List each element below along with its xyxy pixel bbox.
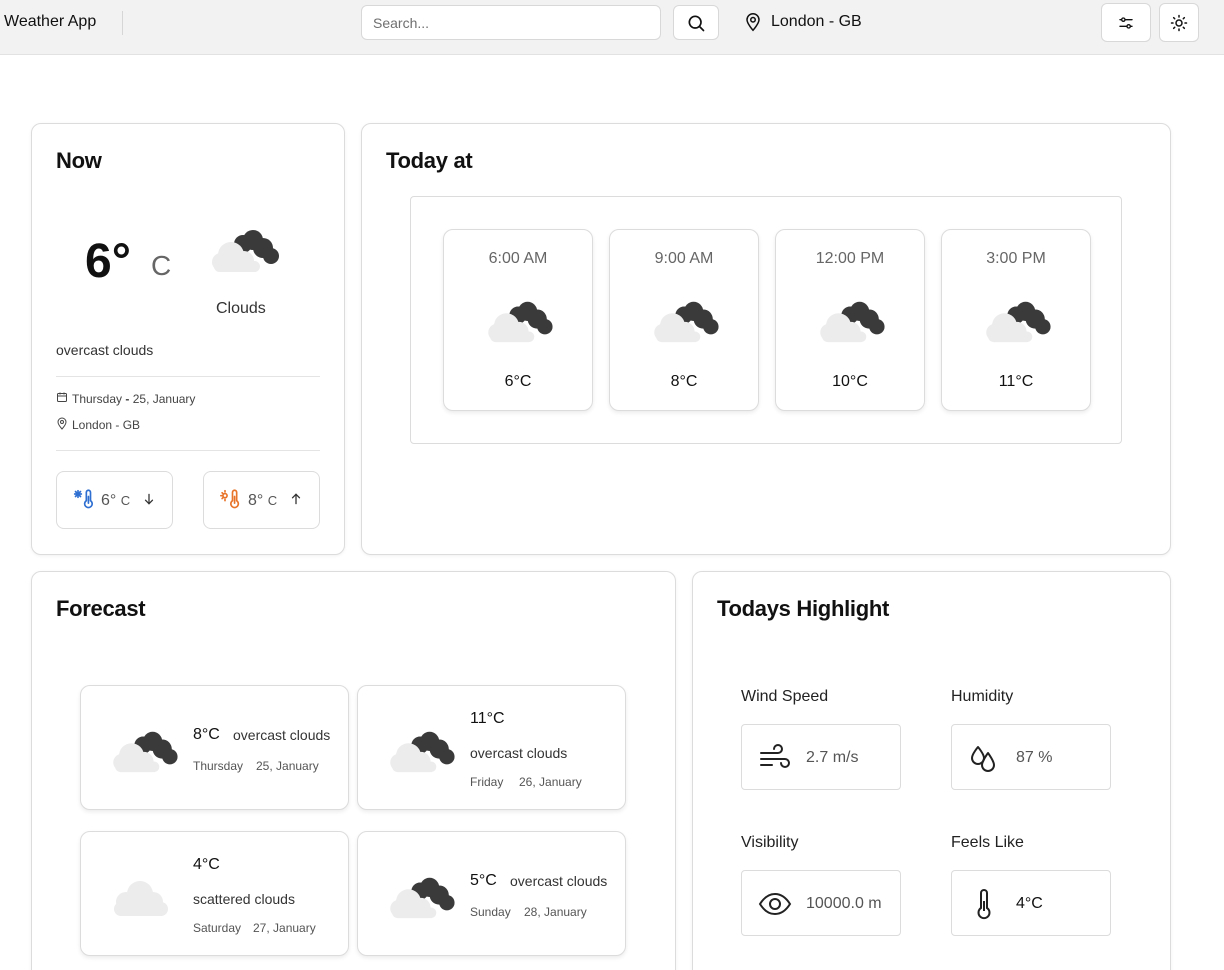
current-location[interactable]: London - GB [771,13,862,31]
top-bar: Weather App London - GB [0,0,1224,55]
max-temperature-box: 8° C [203,471,320,529]
search-button[interactable] [673,5,719,40]
app-title: Weather App [4,13,97,30]
search-input[interactable] [361,5,661,40]
settings-button[interactable] [1101,3,1151,42]
arrow-down-icon [144,493,154,505]
forecast-day-item: 11°C overcast clouds Friday 26, January [357,685,626,810]
hour-temperature: 6°C [504,373,532,390]
weather-description: overcast clouds [56,342,154,358]
forecast-day-item: 8°C overcast clouds Thursday 25, January [80,685,349,810]
eye-icon [758,892,792,916]
sliders-icon [1119,16,1133,29]
search-icon [688,15,705,31]
visibility-box: 10000.0 m [741,870,901,936]
cloud-sun-icon [986,301,1051,343]
wind-icon [760,744,790,768]
highlights-card: Todays Highlight Wind Speed 2.7 m/s Humi… [692,571,1171,970]
arrow-up-icon [291,493,301,505]
current-date: Thursday - 25, January [72,392,196,406]
feels-like-value: 4°C [1016,895,1043,912]
highlights-title: Todays Highlight [717,596,890,621]
now-title: Now [56,148,102,173]
hourly-forecast-item: 6:00 AM 6°C [443,229,593,411]
wind-speed-label: Wind Speed [741,688,829,705]
map-pin-icon [57,417,67,430]
thermometer-icon [977,889,991,920]
hourly-forecast-item: 12:00 PM 10°C [775,229,925,411]
forecast-date: 28, January [524,905,587,919]
overcast-cloud-icon [390,877,455,919]
hourly-forecast-item: 9:00 AM 8°C [609,229,759,411]
forecast-day-item: 5°C overcast clouds Sunday 28, January [357,831,626,956]
forecast-weekday: Friday [470,775,504,789]
hour-time: 9:00 AM [654,250,714,267]
hour-time: 12:00 PM [815,250,885,267]
cloud-sun-icon [488,301,553,343]
today-card: Today at 6:00 AM 6°C 9:00 AM 8°C 12:00 P… [361,123,1171,555]
hour-time: 6:00 AM [488,250,548,267]
hourly-forecast-item: 3:00 PM 11°C [941,229,1091,411]
forecast-date: 27, January [253,921,316,935]
weather-condition: Clouds [216,300,266,317]
calendar-icon [57,392,67,402]
cloud-sun-icon [820,301,885,343]
header-divider [122,11,123,35]
hourly-forecast-list: 6:00 AM 6°C 9:00 AM 8°C 12:00 PM 10°C 3:… [410,196,1122,444]
forecast-date: 25, January [256,759,319,773]
forecast-description: overcast clouds [233,727,331,743]
current-place: London - GB [72,418,141,432]
forecast-title: Forecast [56,596,146,621]
divider [56,450,320,451]
forecast-weekday: Sunday [470,905,511,919]
overcast-cloud-icon [113,731,178,773]
forecast-description: overcast clouds [510,873,608,889]
max-temperature: 8° C [248,492,278,509]
overcast-cloud-icon [390,731,455,773]
thermometer-sun-icon [220,489,240,509]
forecast-day-item: 4°C scattered clouds Saturday 27, Januar… [80,831,349,956]
feels-like-box: 4°C [951,870,1111,936]
theme-toggle-button[interactable] [1159,3,1199,42]
current-weekday: Thursday [72,392,123,406]
current-day-month: 25, January [132,392,196,406]
wind-speed-value: 2.7 m/s [806,749,859,766]
hour-temperature: 11°C [998,373,1034,390]
forecast-temperature: 8°C [193,726,220,743]
forecast-weekday: Thursday [193,759,244,773]
today-title: Today at [386,148,473,173]
sun-icon [1170,14,1188,31]
thermometer-snow-icon [73,489,93,509]
temperature-unit: C [151,250,172,281]
visibility-value: 10000.0 m [806,895,882,912]
forecast-date: 26, January [519,775,582,789]
forecast-description: scattered clouds [193,891,295,907]
hour-temperature: 8°C [670,373,698,390]
droplets-icon [971,746,995,772]
humidity-value: 87 % [1016,749,1053,766]
visibility-label: Visibility [741,834,799,851]
forecast-description: overcast clouds [470,745,568,761]
hour-temperature: 10°C [832,373,868,390]
forecast-temperature: 4°C [193,856,220,873]
cloud-sun-icon [654,301,719,343]
forecast-temperature: 11°C [470,710,505,727]
cloud-sun-icon [212,230,279,272]
current-temperature: 6° [85,235,131,288]
map-pin-icon [746,13,760,32]
humidity-box: 87 % [951,724,1111,790]
forecast-weekday: Saturday [193,921,242,935]
humidity-label: Humidity [951,688,1014,705]
min-temperature-box: 6° C [56,471,173,529]
min-temperature: 6° C [101,492,131,509]
forecast-card: Forecast 8°C overcast clouds Thursday 25… [31,571,676,970]
forecast-temperature: 5°C [470,872,497,889]
feels-like-label: Feels Like [951,834,1024,851]
hour-time: 3:00 PM [986,250,1046,267]
scattered-cloud-icon [114,881,168,916]
divider [56,376,320,377]
now-card: Now 6° C Clouds overcast clouds Thursday… [31,123,345,555]
wind-speed-box: 2.7 m/s [741,724,901,790]
